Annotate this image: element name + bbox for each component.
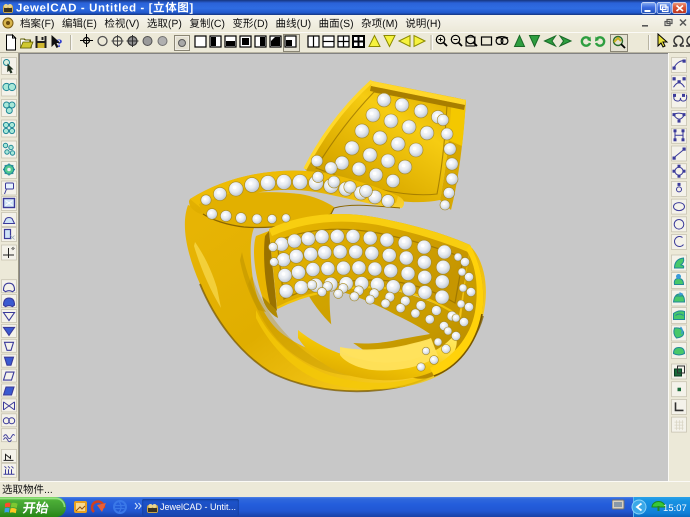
svg-text:?: ? bbox=[57, 36, 63, 50]
